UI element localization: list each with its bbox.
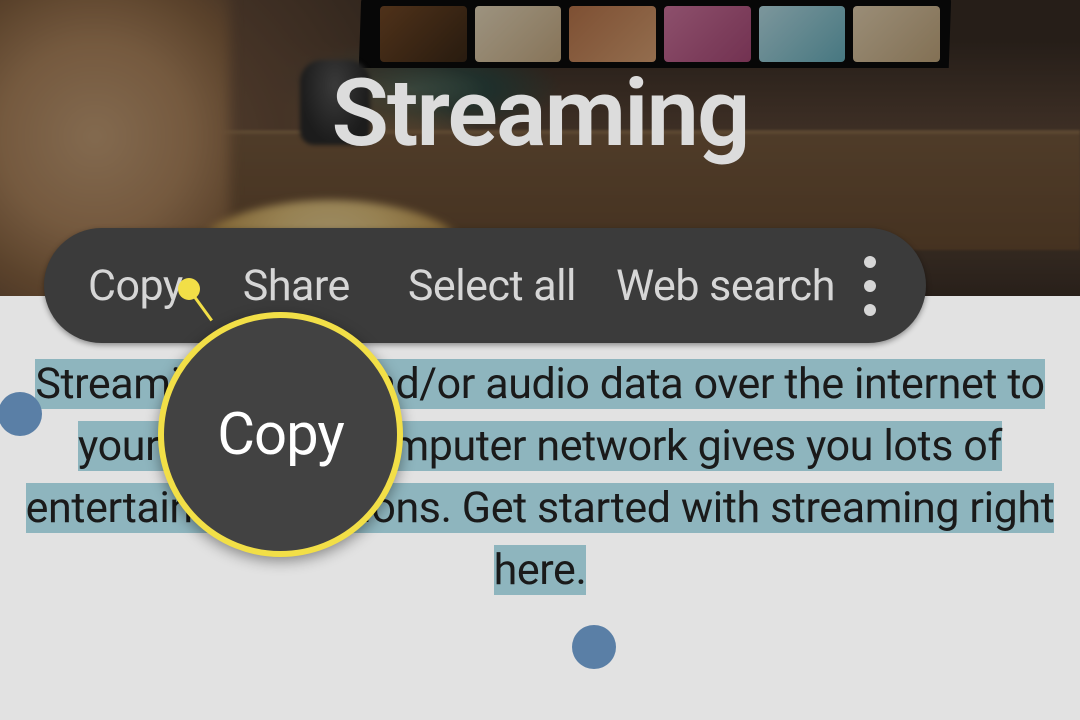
callout-label: Copy: [217, 401, 344, 469]
callout-zoom: Copy: [158, 312, 403, 557]
selection-handle-end[interactable]: [572, 625, 616, 669]
callout-anchor-dot: [178, 278, 200, 300]
page-title: Streaming: [0, 58, 1080, 168]
selection-handle-start[interactable]: [0, 392, 42, 436]
more-vertical-icon: [864, 256, 876, 268]
